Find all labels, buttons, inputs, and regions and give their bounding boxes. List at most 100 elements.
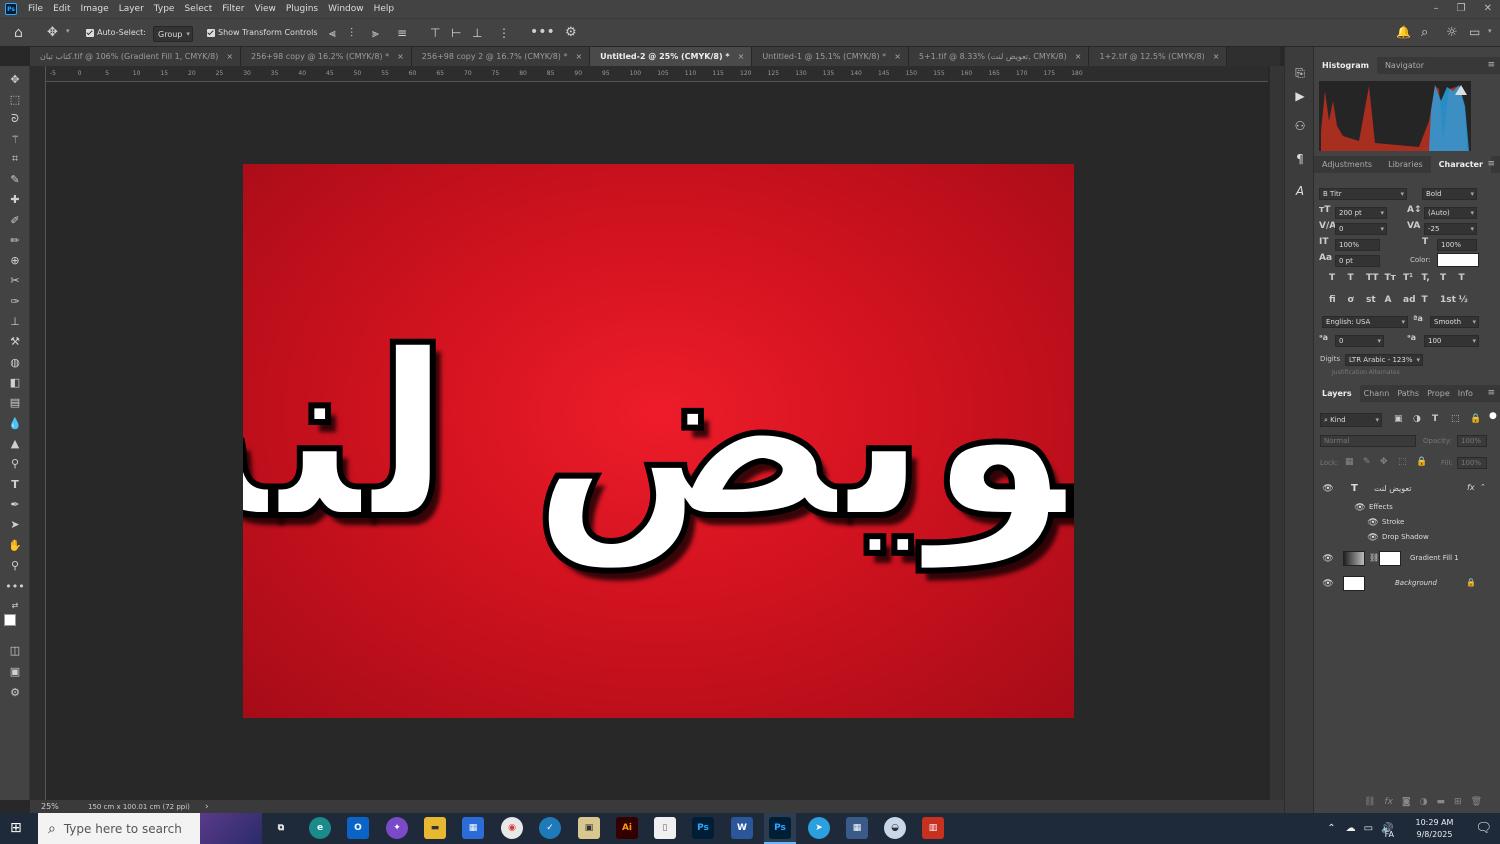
- document-tab-active[interactable]: Untitled-2 @ 25% (CMYK/8) * ×: [590, 47, 753, 66]
- chevron-up-icon[interactable]: ⌃: [1327, 823, 1335, 834]
- healing-brush-tool-icon[interactable]: ✚: [5, 190, 25, 208]
- layer-effects-row[interactable]: 👁 Effects: [1314, 501, 1500, 516]
- chevron-down-icon[interactable]: ▾: [1488, 27, 1492, 35]
- quick-mask-icon[interactable]: ◫: [5, 641, 25, 659]
- eyedropper-tool-icon[interactable]: ✎: [5, 170, 25, 188]
- chevron-up-icon[interactable]: ⌃: [1480, 483, 1486, 491]
- align-right-icon[interactable]: ⫸: [372, 26, 379, 41]
- calculator-icon[interactable]: ▦: [846, 817, 868, 839]
- layer-row[interactable]: 👁 Background 🔒: [1314, 573, 1500, 595]
- tab-channels[interactable]: Chann: [1360, 385, 1394, 402]
- kerning-field[interactable]: 0 ▾: [1335, 223, 1387, 235]
- layer-row[interactable]: 👁 ⛓ Gradient Fill 1: [1314, 548, 1500, 570]
- clock[interactable]: 10:29 AM 9/8/2025: [1405, 817, 1463, 841]
- opentype-button-1[interactable]: ơ: [1348, 295, 1354, 305]
- font-family-dropdown[interactable]: B Titr ▾: [1319, 188, 1407, 200]
- network-icon[interactable]: ▭: [1364, 823, 1373, 834]
- type-style-button-1[interactable]: T: [1348, 273, 1354, 283]
- lock-position-icon[interactable]: ✥: [1380, 457, 1388, 467]
- opentype-button-2[interactable]: st: [1366, 295, 1376, 305]
- bell-icon[interactable]: 🔔: [1396, 25, 1411, 39]
- chevron-right-icon[interactable]: ›: [205, 802, 209, 812]
- link-layers-icon[interactable]: ⛓: [1364, 797, 1375, 807]
- dodge-tool-icon[interactable]: ⚲: [5, 454, 25, 472]
- antialias-dropdown[interactable]: Smooth ▾: [1430, 316, 1479, 328]
- close-icon[interactable]: ×: [738, 52, 745, 61]
- file-explorer-icon[interactable]: ▬: [424, 817, 446, 839]
- text-color-swatch[interactable]: [1437, 253, 1479, 267]
- glyphs-panel-icon[interactable]: 𝘈: [1292, 183, 1308, 199]
- show-transform-checkbox[interactable]: Show Transform Controls: [207, 28, 318, 37]
- close-icon[interactable]: ×: [226, 52, 233, 61]
- canvas-area[interactable]: تعویض لنت: [46, 82, 1268, 800]
- close-icon[interactable]: ×: [397, 52, 404, 61]
- filter-toggle-icon[interactable]: ●: [1489, 411, 1497, 421]
- layer-name[interactable]: تعویض لنت: [1374, 484, 1412, 493]
- panel-menu-icon[interactable]: ≡: [1487, 159, 1495, 169]
- close-icon[interactable]: ×: [575, 52, 582, 61]
- telegram-icon[interactable]: ➤: [808, 817, 830, 839]
- sharpen-tool-icon[interactable]: ▲: [5, 434, 25, 452]
- eraser-tool-icon[interactable]: ◧: [5, 373, 25, 391]
- photoshop-taskbar-icon[interactable]: Ps: [692, 817, 714, 839]
- stamp-tool-icon[interactable]: ⊥: [5, 312, 25, 330]
- tab-navigator[interactable]: Navigator: [1377, 57, 1432, 74]
- word-icon[interactable]: W: [731, 817, 753, 839]
- hand-tool-icon[interactable]: ✋: [5, 536, 25, 554]
- type-style-button-6[interactable]: T: [1440, 273, 1446, 283]
- paint-bucket-tool-icon[interactable]: ◍: [5, 353, 25, 371]
- vertical-ruler[interactable]: [30, 66, 46, 800]
- layer-row[interactable]: 👁 T تعویض لنت fx ⌃: [1314, 479, 1500, 499]
- align-left-icon[interactable]: ⫷: [329, 26, 336, 41]
- vertical-scrollbar[interactable]: [1270, 66, 1284, 800]
- auto-select-checkbox[interactable]: Auto-Select:: [86, 28, 146, 37]
- opacity-field[interactable]: 100%: [1457, 435, 1487, 447]
- menu-view[interactable]: View: [250, 4, 281, 14]
- edit-toolbar-icon[interactable]: ⚙: [5, 683, 25, 701]
- screen-mode-icon[interactable]: ▣: [5, 662, 25, 680]
- type-style-button-2[interactable]: TT: [1366, 273, 1379, 283]
- baseline-shift-field[interactable]: 0 pt: [1335, 255, 1380, 267]
- filter-adjustment-icon[interactable]: ◑: [1413, 414, 1421, 424]
- close-icon[interactable]: ×: [1213, 52, 1220, 61]
- history-brush-tool-icon[interactable]: ✂: [5, 271, 25, 289]
- filter-smart-object-icon[interactable]: 🔒: [1470, 414, 1481, 424]
- panel-menu-icon[interactable]: ≡: [1487, 388, 1495, 398]
- menu-select[interactable]: Select: [179, 4, 217, 14]
- tab-libraries[interactable]: Libraries: [1380, 156, 1431, 173]
- opentype-button-0[interactable]: fi: [1329, 295, 1336, 305]
- workspace-icon[interactable]: ▭: [1469, 25, 1480, 39]
- distribute-icon[interactable]: ≡: [397, 26, 407, 40]
- new-layer-icon[interactable]: ⊞: [1454, 797, 1462, 807]
- opentype-button-7[interactable]: ½: [1459, 295, 1468, 305]
- path-selection-tool-icon[interactable]: ➤: [5, 515, 25, 533]
- history-panel-icon[interactable]: ⎘: [1292, 65, 1308, 81]
- document-tab[interactable]: 256+98 copy @ 16.2% (CMYK/8) * ×: [241, 47, 412, 66]
- new-group-folder-icon[interactable]: ▬: [1437, 797, 1446, 807]
- layer-fx-icon[interactable]: fx: [1467, 483, 1475, 492]
- opentype-button-5[interactable]: T: [1422, 295, 1428, 305]
- menu-plugins[interactable]: Plugins: [281, 4, 323, 14]
- gradient-tool-icon[interactable]: ▤: [5, 393, 25, 411]
- document-tab[interactable]: 1+2.tif @ 12.5% (CMYK/8) ×: [1089, 47, 1228, 66]
- eye-visibility-icon[interactable]: 👁: [1322, 484, 1334, 494]
- photoshop-active-icon[interactable]: Ps: [769, 817, 791, 839]
- leading-field[interactable]: (Auto) ▾: [1424, 207, 1477, 219]
- archive-app-icon[interactable]: ▥: [922, 817, 944, 839]
- eye-visibility-icon[interactable]: 👁: [1367, 518, 1379, 528]
- illustrator-icon[interactable]: Ai: [616, 817, 638, 839]
- menu-file[interactable]: File: [23, 4, 48, 14]
- opentype-button-3[interactable]: A: [1385, 295, 1392, 305]
- font-style-dropdown[interactable]: Bold ▾: [1422, 188, 1477, 200]
- align-center-icon[interactable]: ⫶: [350, 26, 353, 41]
- move-tool-icon[interactable]: ✥: [5, 70, 25, 88]
- tab-character[interactable]: Character: [1430, 156, 1491, 173]
- close-icon[interactable]: ✕: [1484, 0, 1492, 18]
- blend-mode-dropdown[interactable]: Normal: [1320, 435, 1416, 447]
- horizontal-scale-field[interactable]: 100%: [1437, 239, 1477, 251]
- magic-wand-tool-icon[interactable]: ⚚: [5, 130, 25, 148]
- more-options-icon[interactable]: •••: [530, 24, 555, 40]
- font-size-field[interactable]: 200 pt ▾: [1335, 207, 1387, 219]
- eye-visibility-icon[interactable]: 👁: [1367, 533, 1379, 543]
- filter-pixel-icon[interactable]: ▣: [1394, 414, 1403, 424]
